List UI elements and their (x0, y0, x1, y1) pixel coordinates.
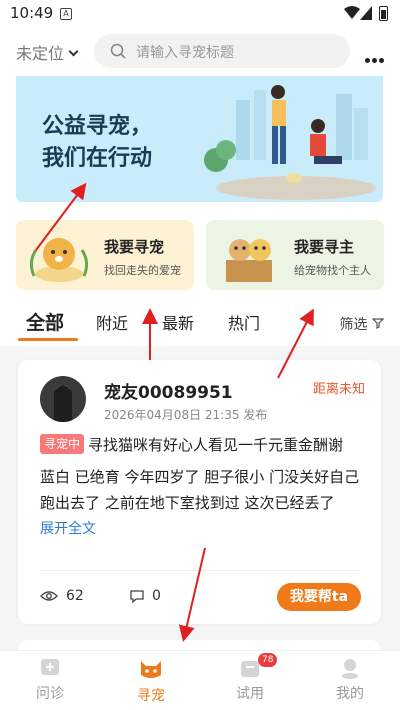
banner-illustration (204, 85, 376, 200)
find-pet-card[interactable]: 我要寻宠 找回走失的爱宠 (16, 220, 194, 290)
feed-tabs: 全部 附近 最新 热门 筛选 (0, 304, 400, 344)
post-time: 2026年04月08日 21:35 发布 (104, 408, 268, 422)
comment-value: 0 (152, 588, 161, 604)
banner-title-line1: 公益寻宠， (42, 114, 153, 139)
search-input[interactable]: 请输入寻宠标题 (94, 34, 350, 68)
tab-nearby[interactable]: 附近 (96, 310, 128, 334)
tab-hot[interactable]: 热门 (228, 310, 260, 334)
nav-find-pet[interactable]: 寻宠 (111, 657, 191, 705)
bottom-navigation: 问诊 寻宠 试用 78 我的 (0, 650, 400, 710)
post-distance: 距离未知 (312, 382, 365, 397)
filter-icon (371, 318, 385, 329)
nav-profile-label: 我的 (336, 686, 364, 702)
find-pet-subtitle: 找回走失的爱宠 (104, 264, 181, 277)
wifi-icon (344, 6, 360, 19)
find-owner-title: 我要寻主 (294, 238, 355, 256)
trial-badge: 78 (258, 653, 278, 667)
search-icon (110, 43, 126, 59)
comment-count[interactable]: 0 (130, 588, 161, 604)
nav-consult[interactable]: 问诊 (10, 657, 90, 703)
avatar[interactable] (40, 376, 86, 422)
search-placeholder: 请输入寻宠标题 (136, 45, 234, 61)
post-body[interactable]: 蓝白 已绝育 今年四岁了 胆子很小 门没关好自己跑出去了 之前在地下室找到过 这… (40, 464, 362, 516)
promo-banner[interactable]: 公益寻宠， 我们在行动 (16, 76, 383, 202)
dog-icon (29, 238, 89, 282)
tab-latest[interactable]: 最新 (162, 310, 194, 334)
filter-label: 筛选 (339, 317, 368, 333)
signal-icon (360, 6, 372, 20)
find-owner-subtitle: 给宠物找个主人 (294, 264, 371, 277)
location-selector[interactable]: 未定位 (16, 40, 79, 64)
nav-find-pet-label: 寻宠 (137, 688, 165, 704)
consult-icon (41, 659, 59, 675)
status-bar: 10:49 A (0, 0, 400, 28)
more-menu-icon[interactable] (363, 48, 384, 67)
help-button[interactable]: 我要帮ta (277, 583, 361, 611)
notification-icon: A (60, 8, 72, 20)
profile-icon (342, 659, 358, 679)
battery-icon (379, 6, 388, 21)
post-username[interactable]: 宠友00089951 (104, 378, 233, 403)
filter-button[interactable]: 筛选 (339, 314, 385, 334)
views-value: 62 (66, 588, 84, 604)
top-header: 未定位 请输入寻宠标题 (0, 28, 400, 76)
nav-consult-label: 问诊 (36, 686, 64, 702)
expand-full-text-link[interactable]: 展开全文 (40, 518, 96, 538)
chevron-down-icon (68, 46, 79, 57)
banner-title-line2: 我们在行动 (42, 146, 153, 171)
comment-icon (130, 589, 144, 604)
post-divider (40, 570, 360, 571)
eye-icon (40, 591, 58, 601)
post-title[interactable]: 寻找猫咪有好心人看见一千元重金酬谢 (88, 434, 343, 455)
status-time: 10:49 (10, 4, 54, 22)
nav-trial-label: 试用 (236, 686, 264, 702)
find-pet-title: 我要寻宠 (104, 238, 165, 256)
nav-profile[interactable]: 我的 (310, 657, 390, 703)
cat-icon (141, 661, 161, 678)
status-badge: 寻宠中 (40, 434, 85, 454)
tab-all[interactable]: 全部 (26, 308, 64, 335)
find-owner-card[interactable]: 我要寻主 给宠物找个主人 (206, 220, 384, 290)
nav-trial[interactable]: 试用 78 (210, 653, 290, 703)
location-label: 未定位 (16, 44, 65, 63)
views-count: 62 (40, 588, 84, 604)
post-card[interactable]: 宠友00089951 2026年04月08日 21:35 发布 距离未知 寻宠中… (18, 360, 381, 624)
pets-box-icon (226, 239, 272, 282)
active-tab-indicator (18, 338, 78, 341)
